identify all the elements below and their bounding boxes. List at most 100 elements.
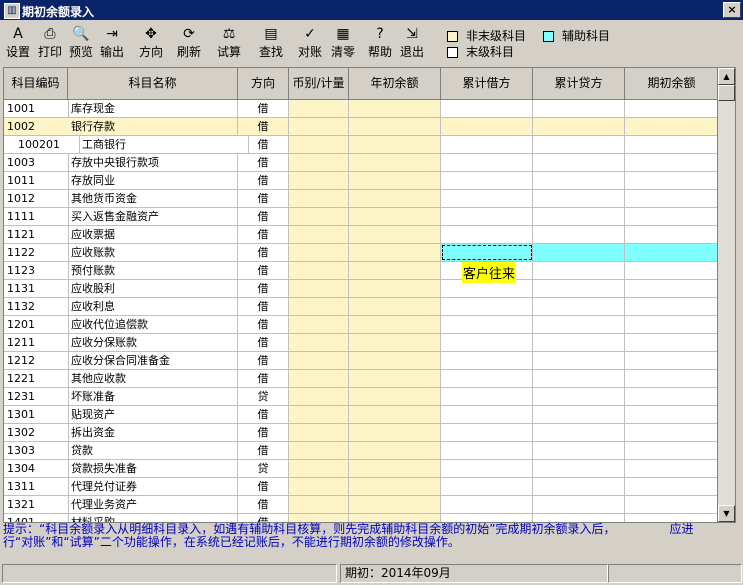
opening-balance-cell[interactable] xyxy=(349,496,441,513)
currency-cell[interactable] xyxy=(289,100,349,117)
debit-total-cell[interactable] xyxy=(441,460,533,477)
table-row[interactable]: 1111 买入返售金融资产借 xyxy=(4,208,718,226)
col-header-opening[interactable]: 年初余额 xyxy=(349,68,441,99)
credit-total-cell[interactable] xyxy=(533,442,625,459)
toolbar-button-10[interactable]: ? 帮助 xyxy=(366,23,394,61)
currency-cell[interactable] xyxy=(289,208,349,225)
beginning-balance-cell[interactable] xyxy=(625,352,718,369)
debit-total-cell[interactable] xyxy=(441,154,533,171)
beginning-balance-cell[interactable] xyxy=(625,406,718,423)
currency-cell[interactable] xyxy=(289,406,349,423)
opening-balance-cell[interactable] xyxy=(349,424,441,441)
beginning-balance-cell[interactable] xyxy=(625,334,718,351)
scroll-down-icon[interactable]: ▼ xyxy=(718,505,735,522)
col-header-name[interactable]: 科目名称 xyxy=(68,68,238,99)
debit-total-cell[interactable] xyxy=(441,316,533,333)
table-row[interactable]: 1303 贷款借 xyxy=(4,442,718,460)
opening-balance-cell[interactable] xyxy=(349,262,441,279)
table-row[interactable]: 100201 工商银行借 xyxy=(4,136,718,154)
toolbar-button-5[interactable]: ⟳ 刷新 xyxy=(174,23,204,61)
credit-total-cell[interactable] xyxy=(533,136,625,153)
toolbar-button-9[interactable]: ▦ 清零 xyxy=(328,23,358,61)
currency-cell[interactable] xyxy=(289,118,349,135)
beginning-balance-cell[interactable] xyxy=(625,118,718,135)
toolbar-button-0[interactable]: A 设置 xyxy=(4,23,32,61)
table-row[interactable]: 1231 坏账准备贷 xyxy=(4,388,718,406)
beginning-balance-cell[interactable] xyxy=(625,136,718,153)
credit-total-cell[interactable] xyxy=(533,244,625,261)
debit-total-cell[interactable] xyxy=(441,226,533,243)
table-row[interactable]: 1011 存放同业借 xyxy=(4,172,718,190)
currency-cell[interactable] xyxy=(289,280,349,297)
currency-cell[interactable] xyxy=(289,154,349,171)
table-row[interactable]: 1001 库存现金借 xyxy=(4,100,718,118)
table-row[interactable]: 1301 贴现资产借 xyxy=(4,406,718,424)
table-row[interactable]: 1311 代理兑付证券借 xyxy=(4,478,718,496)
table-row[interactable]: 1212 应收分保合同准备金借 xyxy=(4,352,718,370)
credit-total-cell[interactable] xyxy=(533,190,625,207)
beginning-balance-cell[interactable] xyxy=(625,226,718,243)
vertical-scrollbar[interactable]: ▲ ▼ xyxy=(717,67,736,523)
opening-balance-cell[interactable] xyxy=(349,280,441,297)
beginning-balance-cell[interactable] xyxy=(625,262,718,279)
credit-total-cell[interactable] xyxy=(533,172,625,189)
beginning-balance-cell[interactable] xyxy=(625,208,718,225)
debit-total-cell[interactable] xyxy=(441,244,533,261)
col-header-direction[interactable]: 方向 xyxy=(238,68,289,99)
debit-total-cell[interactable] xyxy=(441,136,533,153)
beginning-balance-cell[interactable] xyxy=(625,190,718,207)
credit-total-cell[interactable] xyxy=(533,424,625,441)
opening-balance-cell[interactable] xyxy=(349,406,441,423)
currency-cell[interactable] xyxy=(289,370,349,387)
currency-cell[interactable] xyxy=(289,226,349,243)
currency-cell[interactable] xyxy=(289,460,349,477)
table-row[interactable]: 1132 应收利息借 xyxy=(4,298,718,316)
credit-total-cell[interactable] xyxy=(533,100,625,117)
opening-balance-cell[interactable] xyxy=(349,244,441,261)
debit-total-cell[interactable] xyxy=(441,334,533,351)
opening-balance-cell[interactable] xyxy=(349,334,441,351)
beginning-balance-cell[interactable] xyxy=(625,100,718,117)
credit-total-cell[interactable] xyxy=(533,334,625,351)
table-row[interactable]: 1201 应收代位追偿款借 xyxy=(4,316,718,334)
col-header-code[interactable]: 科目编码 xyxy=(4,68,68,99)
close-button[interactable]: × xyxy=(723,2,741,18)
table-row[interactable]: 1123 预付账款借 xyxy=(4,262,718,280)
debit-total-cell[interactable] xyxy=(441,388,533,405)
opening-balance-cell[interactable] xyxy=(349,352,441,369)
credit-total-cell[interactable] xyxy=(533,280,625,297)
credit-total-cell[interactable] xyxy=(533,208,625,225)
opening-balance-cell[interactable] xyxy=(349,388,441,405)
col-header-beginning[interactable]: 期初余额 xyxy=(625,68,718,99)
toolbar-button-8[interactable]: ✓ 对账 xyxy=(296,23,324,61)
table-row[interactable]: 1121 应收票据借 xyxy=(4,226,718,244)
table-row[interactable]: 1002 银行存款借 xyxy=(4,118,718,136)
toolbar-button-7[interactable]: ▤ 查找 xyxy=(256,23,286,61)
debit-total-cell[interactable] xyxy=(441,118,533,135)
credit-total-cell[interactable] xyxy=(533,388,625,405)
credit-total-cell[interactable] xyxy=(533,496,625,513)
currency-cell[interactable] xyxy=(289,190,349,207)
beginning-balance-cell[interactable] xyxy=(625,388,718,405)
credit-total-cell[interactable] xyxy=(533,460,625,477)
debit-total-cell[interactable] xyxy=(441,478,533,495)
currency-cell[interactable] xyxy=(289,136,349,153)
beginning-balance-cell[interactable] xyxy=(625,154,718,171)
debit-total-cell[interactable] xyxy=(441,424,533,441)
debit-total-cell[interactable] xyxy=(441,496,533,513)
beginning-balance-cell[interactable] xyxy=(625,442,718,459)
currency-cell[interactable] xyxy=(289,478,349,495)
col-header-currency[interactable]: 币别/计量 xyxy=(289,68,349,99)
currency-cell[interactable] xyxy=(289,244,349,261)
debit-total-cell[interactable] xyxy=(441,100,533,117)
opening-balance-cell[interactable] xyxy=(349,100,441,117)
currency-cell[interactable] xyxy=(289,334,349,351)
beginning-balance-cell[interactable] xyxy=(625,298,718,315)
beginning-balance-cell[interactable] xyxy=(625,460,718,477)
debit-total-cell[interactable] xyxy=(441,442,533,459)
currency-cell[interactable] xyxy=(289,424,349,441)
toolbar-button-6[interactable]: ⚖ 试算 xyxy=(214,23,244,61)
credit-total-cell[interactable] xyxy=(533,478,625,495)
scroll-thumb[interactable] xyxy=(718,85,735,101)
scroll-up-icon[interactable]: ▲ xyxy=(718,68,735,85)
